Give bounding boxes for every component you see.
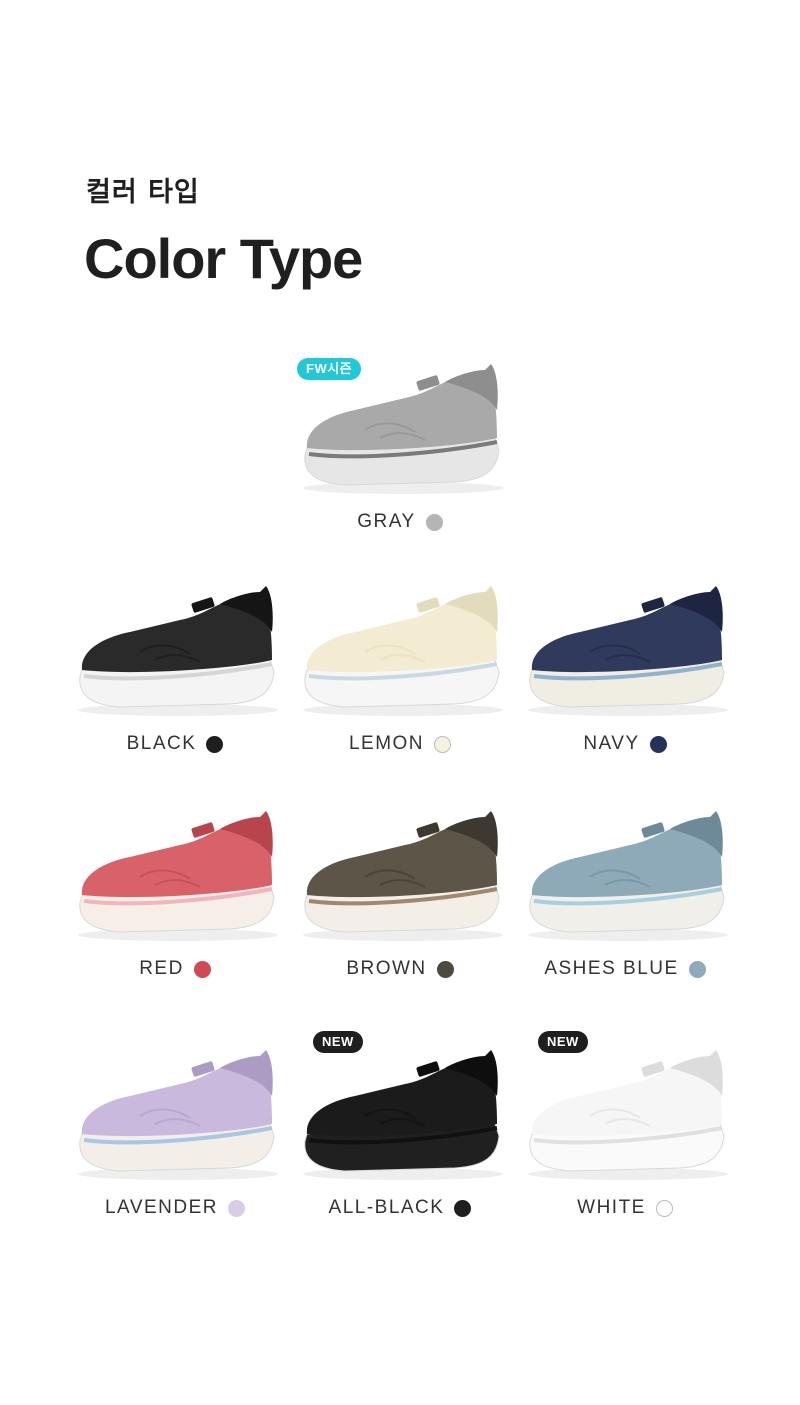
- shoe-image: [78, 811, 278, 941]
- color-option-lemon[interactable]: LEMON: [285, 572, 515, 772]
- shoe-image: [528, 586, 728, 716]
- color-label: NAVY: [583, 733, 640, 754]
- color-type-section: 컬러 타입 Color Type FW시즌 GRAY BLACK LEMON NAVY R…: [0, 0, 800, 1405]
- color-label-row: ASHES BLUE: [510, 957, 740, 981]
- section-subtitle: 컬러 타입: [86, 177, 200, 208]
- shoe-image: [78, 1050, 278, 1180]
- color-label-row: RED: [60, 957, 290, 981]
- color-option-lavender[interactable]: LAVENDER: [60, 1036, 290, 1236]
- color-option-gray[interactable]: FW시즌 GRAY: [285, 350, 515, 550]
- color-label: RED: [139, 958, 184, 979]
- color-swatch[interactable]: [206, 735, 224, 753]
- color-label-row: LAVENDER: [60, 1196, 290, 1220]
- color-option-black[interactable]: BLACK: [60, 572, 290, 772]
- season-badge: FW시즌: [297, 358, 362, 380]
- color-swatch[interactable]: [434, 735, 452, 753]
- color-option-brown[interactable]: BROWN: [285, 797, 515, 997]
- color-swatch[interactable]: [454, 1199, 472, 1217]
- new-badge: NEW: [313, 1031, 363, 1053]
- color-label: LAVENDER: [104, 1197, 218, 1218]
- color-label-row: LEMON: [285, 732, 515, 756]
- color-label-row: GRAY: [285, 510, 515, 534]
- color-label: BROWN: [346, 958, 427, 979]
- shoe-image: [303, 811, 503, 941]
- color-option-ashes-blue[interactable]: ASHES BLUE: [510, 797, 740, 997]
- color-label: ASHES BLUE: [544, 958, 679, 979]
- color-swatch[interactable]: [228, 1199, 245, 1217]
- color-label-row: ALL-BLACK: [285, 1196, 515, 1220]
- shoe-image: [78, 586, 278, 716]
- color-label-row: NAVY: [510, 732, 740, 756]
- color-option-all-black[interactable]: NEW ALL-BLACK: [285, 1031, 515, 1236]
- color-option-red[interactable]: RED: [60, 797, 290, 997]
- color-swatch[interactable]: [649, 735, 667, 753]
- shoe-image: [528, 811, 728, 941]
- color-label: WHITE: [577, 1197, 646, 1218]
- shoe-image: [528, 1050, 728, 1180]
- color-option-white[interactable]: NEW WHITE: [510, 1031, 740, 1236]
- color-swatch[interactable]: [655, 1199, 673, 1217]
- color-label: GRAY: [357, 511, 416, 532]
- color-label-row: WHITE: [510, 1196, 740, 1220]
- color-swatch[interactable]: [688, 960, 706, 978]
- section-title: Color Type: [84, 227, 363, 290]
- new-badge: NEW: [538, 1031, 588, 1053]
- color-label-row: BLACK: [60, 732, 290, 756]
- color-label: BLACK: [126, 733, 197, 754]
- shoe-image: [303, 1050, 503, 1180]
- color-label: LEMON: [348, 733, 425, 754]
- color-option-navy[interactable]: NAVY: [510, 572, 740, 772]
- color-swatch[interactable]: [425, 513, 443, 531]
- color-label-row: BROWN: [285, 957, 515, 981]
- color-swatch[interactable]: [193, 960, 211, 978]
- color-label: ALL-BLACK: [328, 1197, 445, 1218]
- shoe-image: [303, 586, 503, 716]
- color-swatch[interactable]: [436, 960, 454, 978]
